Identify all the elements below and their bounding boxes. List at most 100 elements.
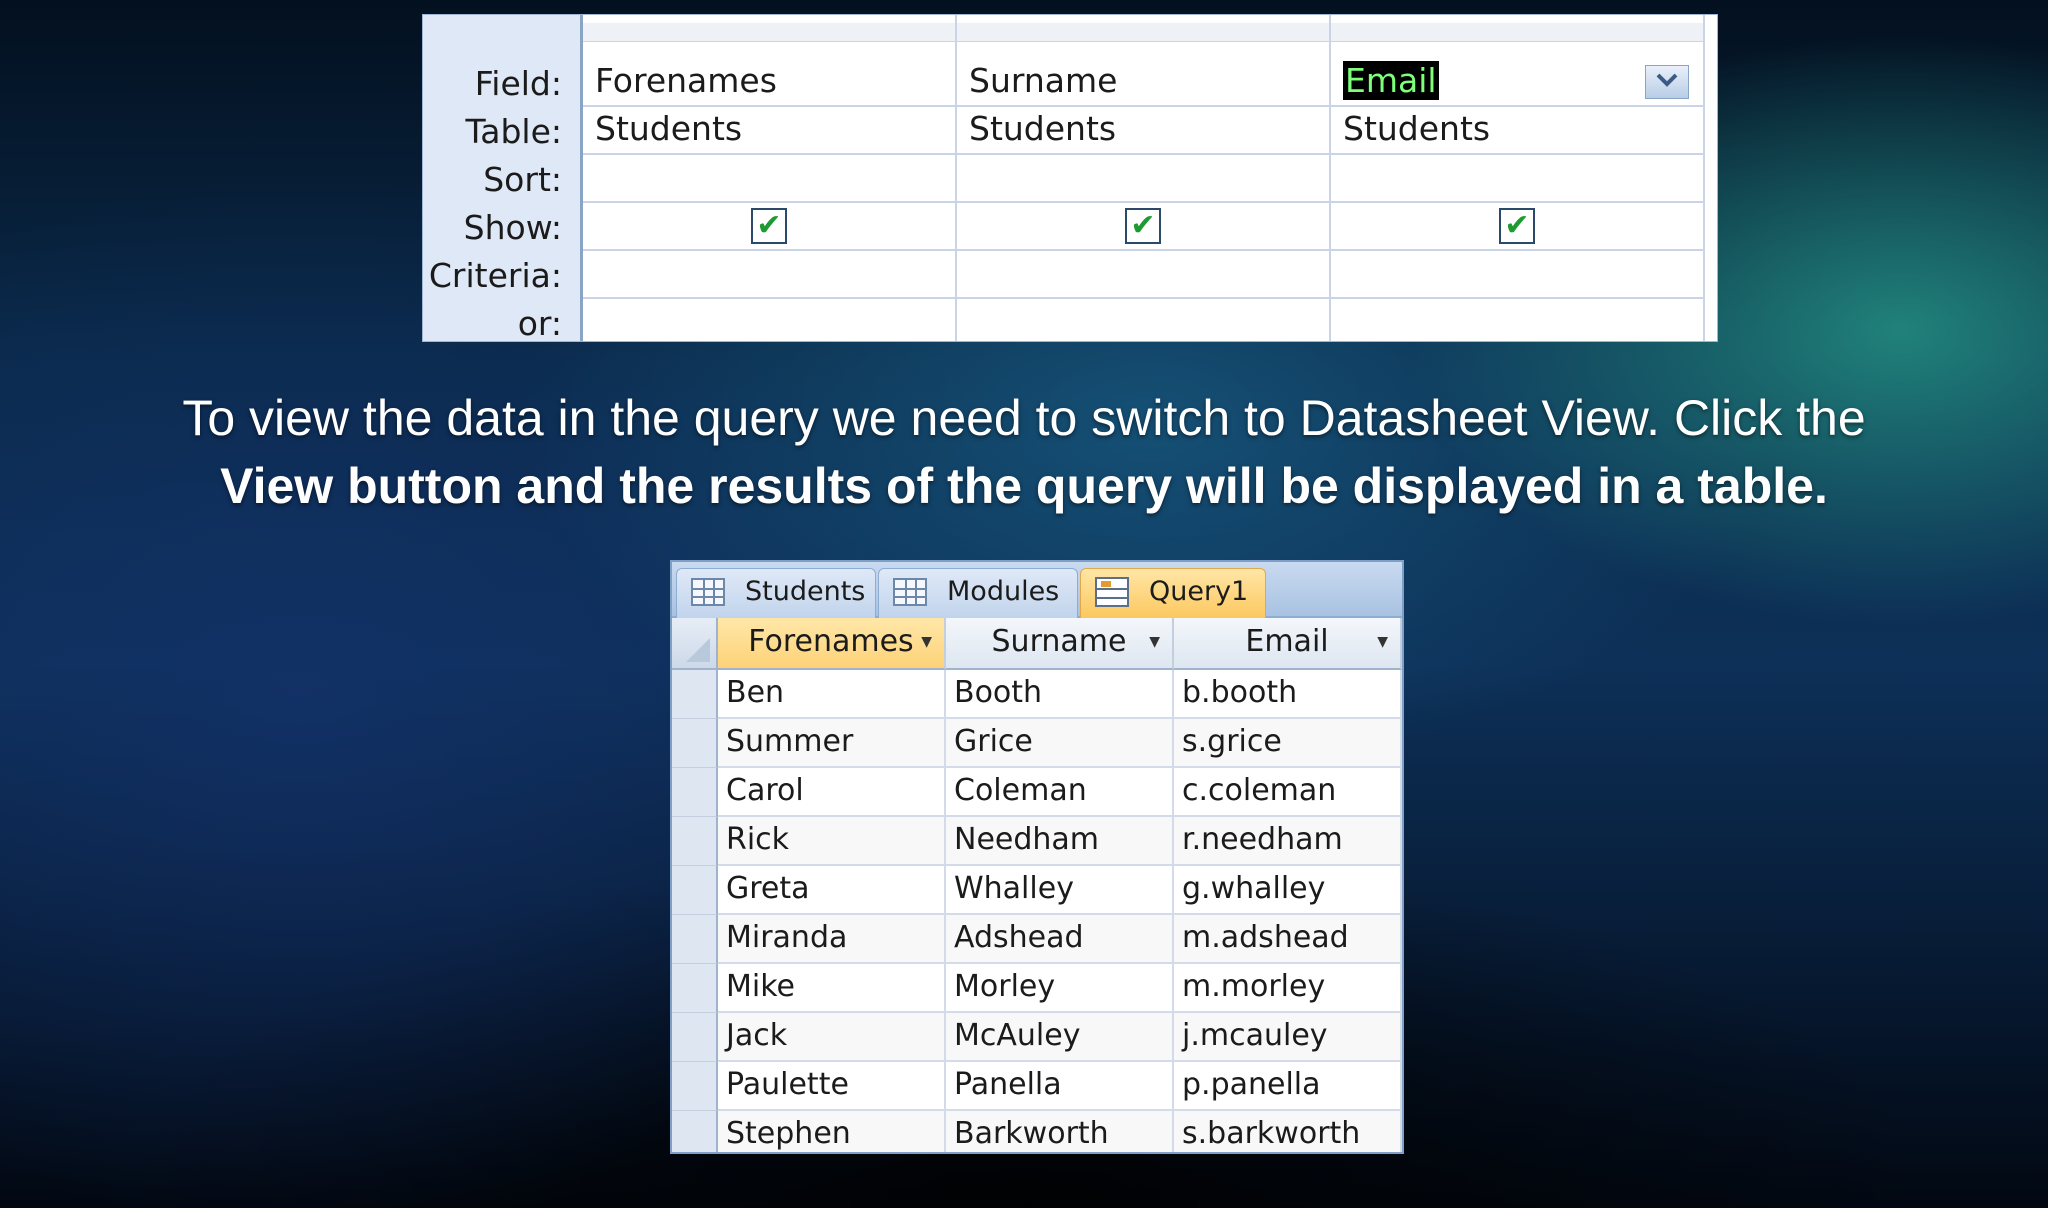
tab-students[interactable]: Students [676, 568, 876, 618]
field-cell[interactable]: Email [1331, 59, 1703, 107]
table-cell[interactable]: Students [583, 107, 955, 155]
table-cell[interactable]: Coleman [946, 768, 1174, 817]
column-selector[interactable] [957, 23, 1329, 42]
criteria-row-label: Criteria: [428, 256, 562, 295]
table-cell[interactable]: Summer [718, 719, 946, 768]
column-header-email[interactable]: Email ▼ [1174, 618, 1402, 670]
sort-row-label: Sort: [483, 160, 562, 199]
table-cell[interactable]: s.grice [1174, 719, 1402, 768]
table-cell[interactable]: Rick [718, 817, 946, 866]
design-column-forenames[interactable]: Forenames Students ✔ [583, 15, 957, 341]
or-cell[interactable] [957, 299, 1329, 347]
field-cell[interactable]: Surname [957, 59, 1329, 107]
sort-cell[interactable] [1331, 155, 1703, 203]
criteria-cell[interactable] [957, 251, 1329, 299]
table-cell[interactable]: j.mcauley [1174, 1013, 1402, 1062]
table-cell[interactable]: Greta [718, 866, 946, 915]
table-cell[interactable]: Mike [718, 964, 946, 1013]
column-header-forenames[interactable]: Forenames ▼ [718, 618, 946, 670]
design-column-surname[interactable]: Surname Students ✔ [957, 15, 1331, 341]
show-checkbox[interactable]: ✔ [1499, 208, 1535, 244]
table-cell[interactable]: Ben [718, 670, 946, 719]
or-cell[interactable] [1331, 299, 1703, 347]
or-row-label: or: [517, 304, 562, 343]
select-all-corner[interactable] [672, 618, 718, 670]
caption-line-2: View button and the results of the query… [220, 458, 1828, 514]
show-cell: ✔ [957, 203, 1329, 251]
show-cell: ✔ [1331, 203, 1703, 251]
header-label: Surname [991, 624, 1127, 659]
row-selector[interactable] [672, 1111, 718, 1152]
table-cell[interactable]: m.adshead [1174, 915, 1402, 964]
table-icon [893, 578, 927, 606]
table-cell[interactable]: Booth [946, 670, 1174, 719]
slide-caption: To view the data in the query we need to… [0, 384, 2048, 520]
table-cell[interactable]: s.barkworth [1174, 1111, 1402, 1152]
row-selector[interactable] [672, 915, 718, 964]
tab-label: Query1 [1149, 576, 1249, 607]
table-cell[interactable]: p.panella [1174, 1062, 1402, 1111]
show-row-label: Show: [463, 208, 562, 247]
row-selector[interactable] [672, 866, 718, 915]
column-header-surname[interactable]: Surname ▼ [946, 618, 1174, 670]
caption-line-1: To view the data in the query we need to… [182, 390, 1866, 446]
tab-label: Students [745, 576, 866, 607]
query-icon [1095, 577, 1129, 607]
row-selector[interactable] [672, 768, 718, 817]
table-cell[interactable]: Students [957, 107, 1329, 155]
table-cell[interactable]: Stephen [718, 1111, 946, 1152]
sort-arrow-icon[interactable]: ▼ [1149, 618, 1160, 666]
header-label: Email [1245, 624, 1329, 659]
query-design-grid: Field: Table: Sort: Show: Criteria: or: … [422, 14, 1718, 343]
tab-query1[interactable]: Query1 [1080, 568, 1266, 618]
row-selector[interactable] [672, 1013, 718, 1062]
show-checkbox[interactable]: ✔ [1125, 208, 1161, 244]
criteria-cell[interactable] [1331, 251, 1703, 299]
row-selector[interactable] [672, 1062, 718, 1111]
table-cell[interactable]: Miranda [718, 915, 946, 964]
criteria-cell[interactable] [583, 251, 955, 299]
row-selector[interactable] [672, 670, 718, 719]
row-selector[interactable] [672, 964, 718, 1013]
table-cell[interactable]: Morley [946, 964, 1174, 1013]
design-column-email[interactable]: Email Students ✔ [1331, 15, 1705, 341]
selected-column-indicator [720, 1152, 900, 1154]
row-selector[interactable] [672, 817, 718, 866]
table-cell[interactable]: Grice [946, 719, 1174, 768]
table-cell[interactable]: Barkworth [946, 1111, 1174, 1152]
table-cell[interactable]: c.coleman [1174, 768, 1402, 817]
field-row-label: Field: [474, 64, 562, 103]
selected-field-text[interactable]: Email [1343, 61, 1439, 100]
table-row-label: Table: [465, 112, 562, 151]
document-tab-strip: Students Modules Query1 [672, 562, 1402, 618]
table-cell[interactable]: Students [1331, 107, 1703, 155]
table-cell[interactable]: Paulette [718, 1062, 946, 1111]
table-icon [691, 578, 725, 606]
table-cell[interactable]: Jack [718, 1013, 946, 1062]
row-labels-panel: Field: Table: Sort: Show: Criteria: or: [423, 15, 583, 343]
sort-cell[interactable] [957, 155, 1329, 203]
column-selector[interactable] [1331, 23, 1703, 42]
sort-arrow-icon[interactable]: ▼ [1377, 618, 1388, 666]
row-selector[interactable] [672, 719, 718, 768]
table-cell[interactable]: Panella [946, 1062, 1174, 1111]
table-cell[interactable]: r.needham [1174, 817, 1402, 866]
table-cell[interactable]: Carol [718, 768, 946, 817]
header-label: Forenames [748, 624, 914, 659]
or-cell[interactable] [583, 299, 955, 347]
table-cell[interactable]: Needham [946, 817, 1174, 866]
sort-cell[interactable] [583, 155, 955, 203]
tab-modules[interactable]: Modules [878, 568, 1078, 618]
sort-arrow-icon[interactable]: ▼ [921, 618, 932, 666]
table-cell[interactable]: g.whalley [1174, 866, 1402, 915]
chevron-down-icon[interactable] [1645, 65, 1689, 99]
field-cell[interactable]: Forenames [583, 59, 955, 107]
table-cell[interactable]: m.morley [1174, 964, 1402, 1013]
datasheet-window: Students Modules Query1 Forenames ▼ Surn… [670, 560, 1404, 1154]
table-cell[interactable]: b.booth [1174, 670, 1402, 719]
column-selector[interactable] [583, 23, 955, 42]
show-checkbox[interactable]: ✔ [751, 208, 787, 244]
table-cell[interactable]: McAuley [946, 1013, 1174, 1062]
table-cell[interactable]: Whalley [946, 866, 1174, 915]
table-cell[interactable]: Adshead [946, 915, 1174, 964]
